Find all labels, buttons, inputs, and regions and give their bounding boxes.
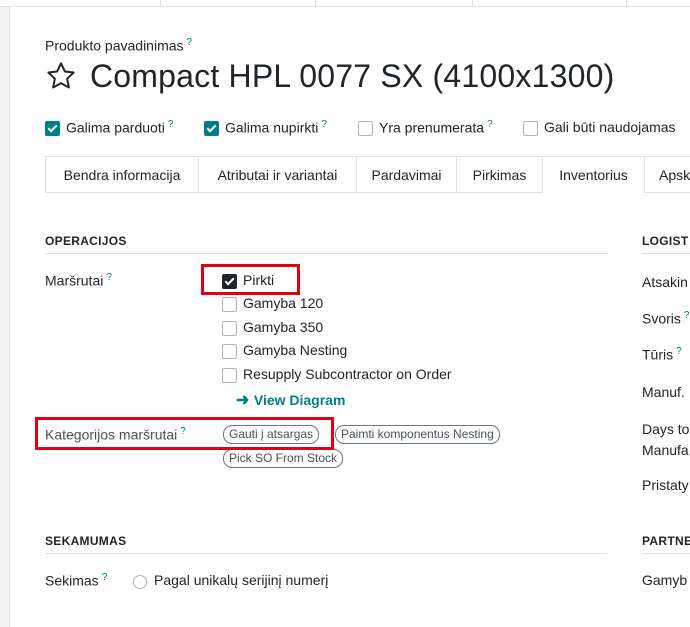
section-divider: [642, 253, 690, 254]
partner-heading: PARTNE: [642, 534, 690, 548]
logistics-volume-label: Tūris?: [642, 346, 682, 363]
view-diagram-link[interactable]: ➜ View Diagram: [236, 390, 345, 410]
can-be-used-label: Gali būti naudojamas: [544, 119, 676, 135]
tab-inventory[interactable]: Inventorius: [542, 156, 645, 193]
operations-heading: OPERACIJOS: [45, 234, 127, 248]
can-be-used-checkbox[interactable]: [523, 121, 538, 136]
logistics-heading: LOGIST: [642, 234, 689, 248]
logistics-days-to-label: Days to: [642, 421, 690, 437]
arrow-right-icon: ➜: [236, 392, 250, 409]
section-divider: [642, 553, 690, 554]
help-icon[interactable]: ?: [187, 37, 193, 48]
route-resupply-subcontractor-label: Resupply Subcontractor on Order: [243, 366, 452, 382]
route-manufacture-120-label: Gamyba 120: [243, 295, 324, 311]
route-manufacture-nesting-label: Gamyba Nesting: [243, 342, 348, 358]
product-name-label: Produkto pavadinimas?: [45, 37, 192, 54]
can-be-sold-label: Galima parduoti?: [66, 119, 174, 136]
tracking-label: Sekimas?: [45, 572, 108, 589]
route-manufacture-120-checkbox[interactable]: [222, 297, 237, 312]
tracking-serial-radio[interactable]: [133, 575, 147, 589]
category-route-tag: Paimti komponentus Nesting: [335, 425, 500, 444]
tab-sales[interactable]: Pardavimai: [356, 156, 457, 192]
can-be-sold-checkbox[interactable]: [45, 121, 60, 136]
is-subscription-label: Yra prenumerata?: [379, 119, 493, 136]
partner-manufacturer-label: Gamyb: [642, 572, 688, 588]
tab-attributes-variants[interactable]: Atributai ir variantai: [198, 156, 357, 192]
can-be-purchased-label: Galima nupirkti?: [225, 119, 327, 136]
is-subscription-checkbox[interactable]: [358, 121, 373, 136]
highlight-box: [201, 264, 300, 295]
star-outline-icon[interactable]: [45, 60, 77, 92]
routes-label: Maršrutai?: [45, 272, 112, 289]
logistics-responsible-label: Atsakin: [642, 274, 688, 290]
product-name-label-text: Produkto pavadinimas: [45, 37, 184, 54]
notebook-tabs: Bendra informacija Atributai ir varianta…: [45, 156, 690, 193]
route-manufacture-350-label: Gamyba 350: [243, 319, 324, 335]
product-title[interactable]: Compact HPL 0077 SX (4100x1300): [90, 58, 614, 95]
category-route-tag: Pick SO From Stock: [223, 449, 344, 468]
route-manufacture-nesting-checkbox[interactable]: [222, 344, 237, 359]
logistics-weight-label: Svoris?: [642, 310, 690, 327]
tab-general-info[interactable]: Bendra informacija: [45, 156, 199, 192]
highlight-box: [35, 417, 334, 450]
tab-accounting[interactable]: Apsk: [644, 156, 690, 192]
route-resupply-subcontractor-checkbox[interactable]: [222, 368, 237, 383]
can-be-purchased-checkbox[interactable]: [204, 121, 219, 136]
logistics-delivery-label: Pristaty: [642, 477, 689, 493]
section-divider: [45, 553, 607, 554]
top-strip: [0, 0, 690, 7]
logistics-manufa-label: Manufa: [642, 442, 689, 458]
tracking-heading: SEKAMUMAS: [45, 534, 127, 548]
section-divider: [45, 253, 607, 254]
route-manufacture-350-checkbox[interactable]: [222, 321, 237, 336]
tracking-serial-label: Pagal unikalų serijinį numerį: [154, 572, 329, 588]
logistics-manuf-label: Manuf.: [642, 384, 685, 400]
tab-purchase[interactable]: Pirkimas: [456, 156, 543, 192]
